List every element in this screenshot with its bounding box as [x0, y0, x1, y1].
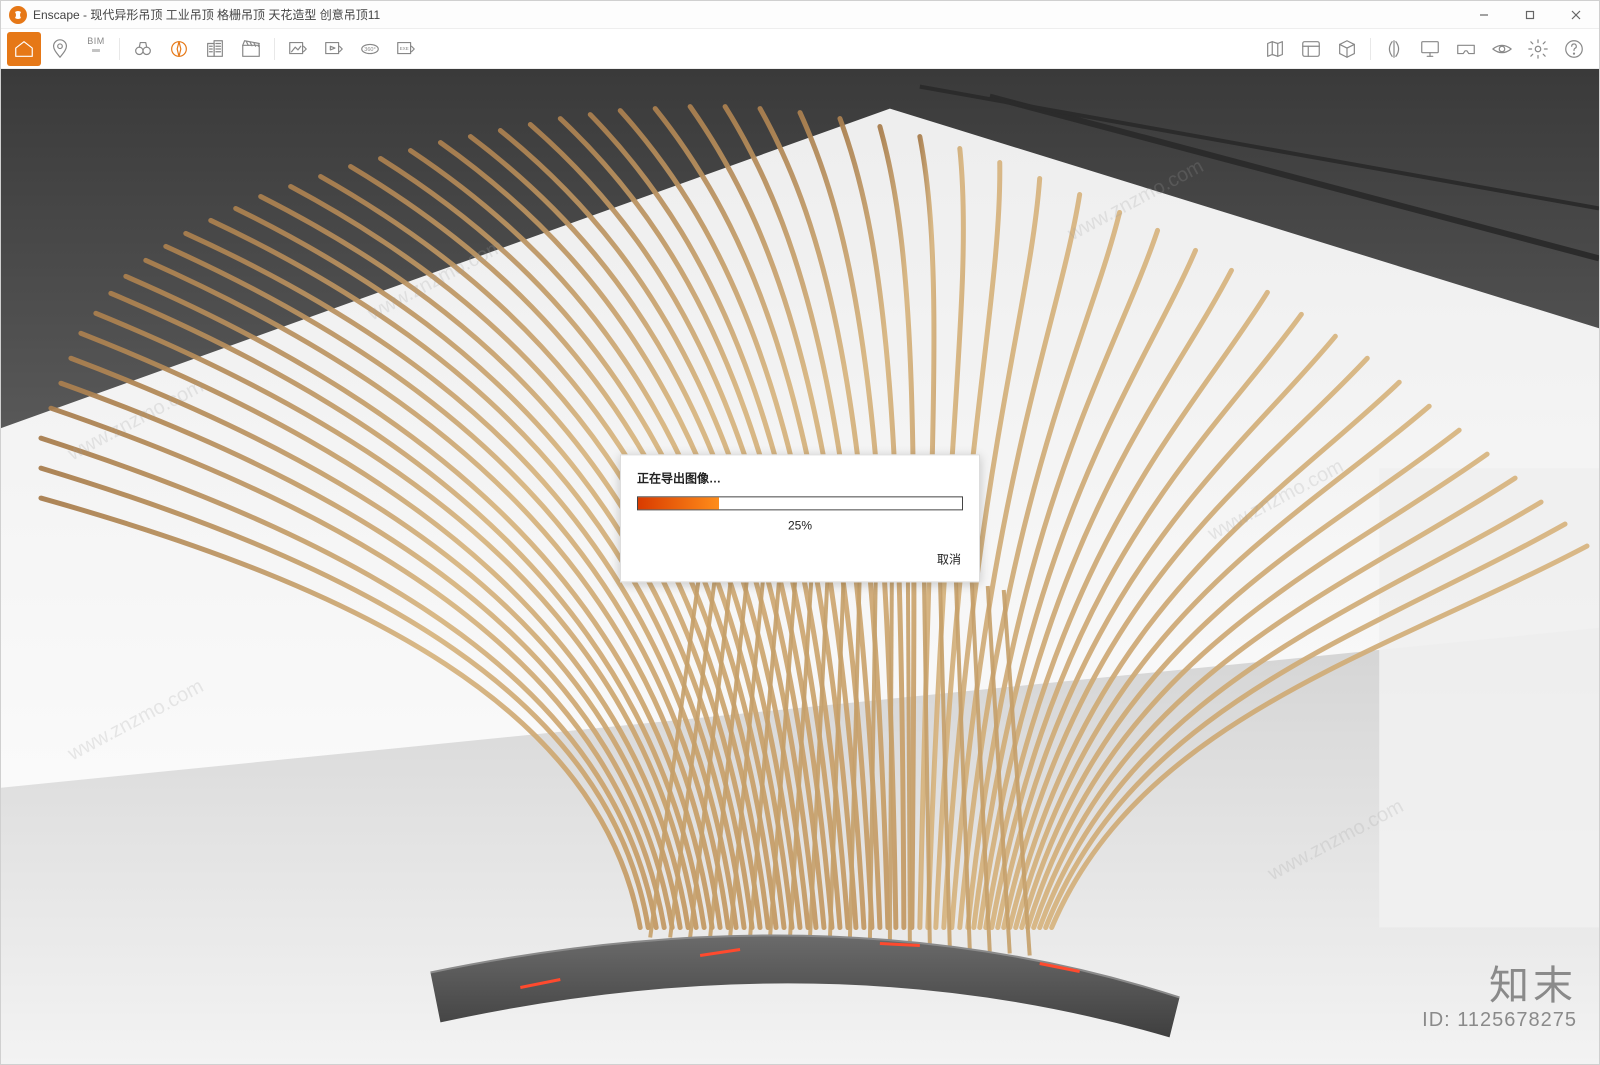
window-controls — [1461, 1, 1599, 29]
minimize-button[interactable] — [1461, 1, 1507, 29]
help-button[interactable] — [1557, 32, 1591, 66]
progress-bar — [637, 496, 963, 510]
home-button[interactable] — [7, 32, 41, 66]
progress-fill — [638, 497, 719, 509]
dialog-title: 正在导出图像… — [637, 469, 963, 486]
asset-library-button[interactable] — [1294, 32, 1328, 66]
bim-mode-button[interactable]: BIM — [79, 32, 113, 66]
compass-button[interactable] — [162, 32, 196, 66]
mirror-compare-button[interactable] — [1377, 32, 1411, 66]
export-image-button[interactable] — [281, 32, 315, 66]
toolbar-separator — [274, 38, 275, 60]
bim-label: BIM — [87, 36, 105, 46]
toolbar: BIM 360° EXE — [1, 29, 1599, 69]
location-pin-button[interactable] — [43, 32, 77, 66]
visibility-eye-button[interactable] — [1485, 32, 1519, 66]
export-exe-button[interactable]: EXE — [389, 32, 423, 66]
vr-headset-button[interactable] — [1449, 32, 1483, 66]
settings-gear-button[interactable] — [1521, 32, 1555, 66]
close-button[interactable] — [1553, 1, 1599, 29]
enscape-logo-icon — [9, 6, 27, 24]
window-title: Enscape - 现代异形吊顶 工业吊顶 格栅吊顶 天花造型 创意吊顶11 — [33, 6, 380, 23]
panorama-360-button[interactable]: 360° — [353, 32, 387, 66]
svg-text:360°: 360° — [364, 46, 375, 52]
progress-percent-label: 25% — [637, 518, 963, 532]
export-video-button[interactable] — [317, 32, 351, 66]
title-bar: Enscape - 现代异形吊顶 工业吊顶 格栅吊顶 天花造型 创意吊顶11 — [1, 1, 1599, 29]
watermark-corner: 知末 ID: 1125678275 — [1422, 953, 1577, 1032]
binoculars-button[interactable] — [126, 32, 160, 66]
export-progress-dialog: 正在导出图像… 25% 取消 — [620, 454, 980, 582]
cube-view-button[interactable] — [1330, 32, 1364, 66]
building-button[interactable] — [198, 32, 232, 66]
app-name: Enscape — [33, 8, 80, 22]
watermark-brand: 知末 — [1422, 953, 1577, 1011]
toolbar-right — [1258, 29, 1591, 69]
toolbar-separator — [1370, 38, 1371, 60]
toolbar-left: BIM 360° EXE — [7, 32, 423, 66]
app-window: Enscape - 现代异形吊顶 工业吊顶 格栅吊顶 天花造型 创意吊顶11 B… — [0, 0, 1600, 1065]
toolbar-separator — [119, 38, 120, 60]
monitor-button[interactable] — [1413, 32, 1447, 66]
watermark-id: ID: 1125678275 — [1422, 1009, 1577, 1032]
maximize-button[interactable] — [1507, 1, 1553, 29]
clapperboard-button[interactable] — [234, 32, 268, 66]
svg-text:EXE: EXE — [400, 45, 409, 50]
map-view-button[interactable] — [1258, 32, 1292, 66]
document-title: 现代异形吊顶 工业吊顶 格栅吊顶 天花造型 创意吊顶11 — [90, 8, 380, 22]
cancel-button[interactable]: 取消 — [935, 546, 963, 571]
render-viewport[interactable]: www.znzmo.com www.znzmo.com www.znzmo.co… — [1, 69, 1599, 1064]
